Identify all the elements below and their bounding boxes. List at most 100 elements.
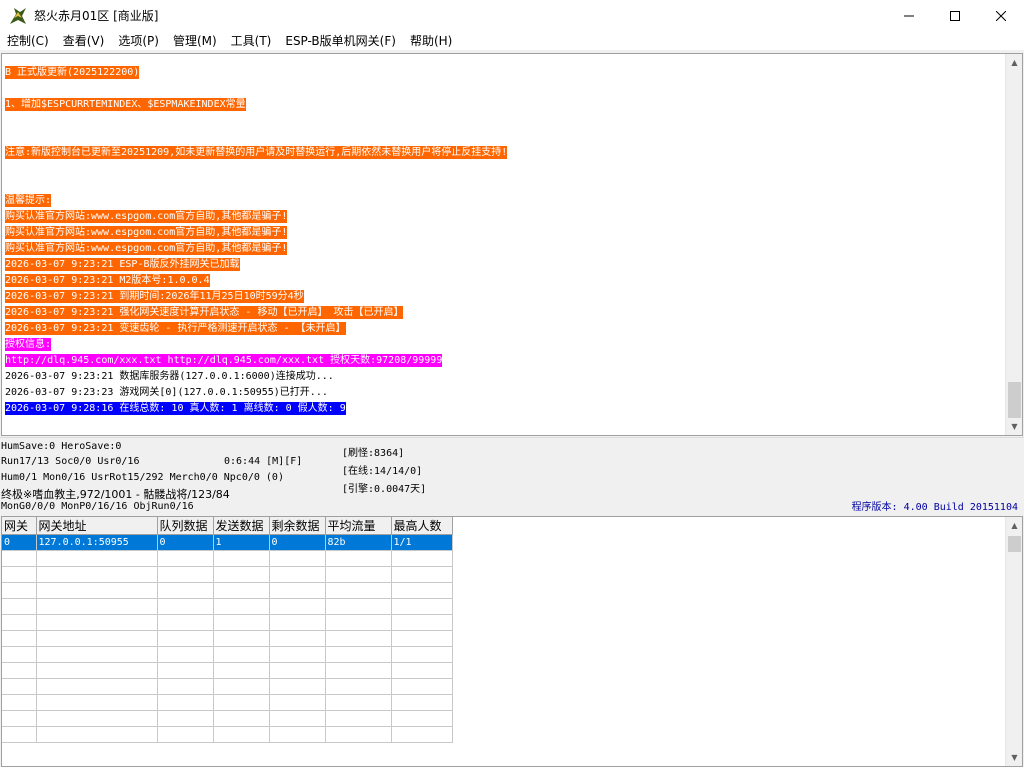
log-line: 2026-03-07 9:23:21 数据库服务器(127.0.0.1:6000… xyxy=(5,369,1005,385)
table-row[interactable] xyxy=(2,726,453,743)
table-cell xyxy=(325,678,392,695)
table-row[interactable] xyxy=(2,710,453,727)
table-cell: 1 xyxy=(213,534,270,551)
status-spawn: [刷怪:8364] xyxy=(342,448,405,459)
log-line-text: 购买认准官方网站:www.espgom.com官方自助,其他都是骗子! xyxy=(5,226,288,239)
table-cell xyxy=(157,710,214,727)
table-cell xyxy=(36,566,158,583)
table-cell xyxy=(325,646,392,663)
status-boss: 终极※嗜血教主,972/1001 - 骷髅战将/123/84 xyxy=(1,488,230,501)
table-row[interactable] xyxy=(2,678,453,695)
table-cell xyxy=(157,598,214,615)
program-version: 程序版本: 4.00 Build 20151104 xyxy=(851,502,1018,513)
status-online: [在线:14/14/0] xyxy=(342,466,423,477)
log-line: B 正式版更新(2025122200) xyxy=(5,65,1005,81)
table-cell xyxy=(2,582,37,599)
col-sent[interactable]: 发送数据 xyxy=(213,517,270,535)
table-row[interactable] xyxy=(2,566,453,583)
table-row[interactable] xyxy=(2,598,453,615)
table-row[interactable] xyxy=(2,662,453,679)
table-cell xyxy=(269,630,326,647)
table-cell xyxy=(157,630,214,647)
log-line-text: 2026-03-07 9:23:21 M2版本号:1.0.0.4 xyxy=(5,274,210,287)
log-scrollbar[interactable]: ▲ ▼ xyxy=(1005,54,1022,435)
table-cell xyxy=(213,614,270,631)
table-cell xyxy=(36,614,158,631)
scroll-up-icon[interactable]: ▲ xyxy=(1006,517,1022,534)
table-cell xyxy=(213,566,270,583)
col-address[interactable]: 网关地址 xyxy=(36,517,158,535)
table-cell xyxy=(157,726,214,743)
table-cell xyxy=(2,614,37,631)
col-gateway[interactable]: 网关 xyxy=(2,517,37,535)
table-cell xyxy=(157,678,214,695)
col-remaining[interactable]: 剩余数据 xyxy=(269,517,326,535)
table-cell xyxy=(269,550,326,567)
table-cell xyxy=(269,662,326,679)
grid-scrollbar[interactable]: ▲ ▼ xyxy=(1005,517,1022,766)
table-row[interactable] xyxy=(2,694,453,711)
menu-tools[interactable]: 工具(T) xyxy=(224,31,279,51)
table-cell xyxy=(213,630,270,647)
log-line: 1、增加$ESPCURRTEMINDEX、$ESPMAKEINDEX常量 xyxy=(5,97,1005,113)
menu-options[interactable]: 选项(P) xyxy=(111,31,166,51)
close-button[interactable] xyxy=(978,0,1024,31)
minimize-button[interactable] xyxy=(886,0,932,31)
status-hum: Hum0/1 Mon0/16 UsrRot15/292 Merch0/0 Npc… xyxy=(1,472,284,483)
table-cell xyxy=(325,598,392,615)
status-save: HumSave:0 HeroSave:0 xyxy=(1,441,122,452)
minimize-icon xyxy=(904,15,914,16)
log-line-text: 购买认准官方网站:www.espgom.com官方自助,其他都是骗子! xyxy=(5,242,288,255)
status-mon: MonG0/0/0 MonP0/16/16 ObjRun0/16 xyxy=(1,501,194,512)
table-cell xyxy=(36,694,158,711)
table-cell xyxy=(2,646,37,663)
log-line: 授权信息: xyxy=(5,337,1005,353)
table-cell xyxy=(269,598,326,615)
table-row[interactable]: 0 127.0.0.1:50955 0 1 0 82b 1/1 xyxy=(2,534,453,551)
table-cell xyxy=(391,566,453,583)
table-cell xyxy=(325,694,392,711)
log-line: http://dlq.945.com/xxx.txt http://dlq.94… xyxy=(5,353,1005,369)
menu-control[interactable]: 控制(C) xyxy=(0,31,56,51)
table-cell xyxy=(213,662,270,679)
log-scroll-thumb[interactable] xyxy=(1008,382,1021,418)
menu-help[interactable]: 帮助(H) xyxy=(403,31,459,51)
scroll-up-icon[interactable]: ▲ xyxy=(1006,54,1022,71)
log-line: 2026-03-07 9:28:16 在线总数: 10 真人数: 1 离线数: … xyxy=(5,401,1005,417)
table-cell xyxy=(36,582,158,599)
table-cell xyxy=(36,550,158,567)
table-row[interactable] xyxy=(2,646,453,663)
col-avg-traffic[interactable]: 平均流量 xyxy=(325,517,392,535)
log-line-text: B 正式版更新(2025122200) xyxy=(5,66,140,79)
menu-esp-gateway[interactable]: ESP-B版单机网关(F) xyxy=(278,31,403,51)
table-cell xyxy=(325,582,392,599)
log-line-text: 注意:新版控制台已更新至20251209,如未更新替换的用户请及时替换运行,后期… xyxy=(5,146,508,159)
table-cell xyxy=(391,662,453,679)
menu-view[interactable]: 查看(V) xyxy=(56,31,112,51)
menu-manage[interactable]: 管理(M) xyxy=(166,31,224,51)
table-cell xyxy=(36,598,158,615)
maximize-button[interactable] xyxy=(932,0,978,31)
table-row[interactable] xyxy=(2,630,453,647)
table-row[interactable] xyxy=(2,614,453,631)
scroll-down-icon[interactable]: ▼ xyxy=(1006,749,1022,766)
table-cell xyxy=(325,710,392,727)
table-cell xyxy=(213,678,270,695)
table-row[interactable] xyxy=(2,582,453,599)
table-cell xyxy=(157,566,214,583)
title-bar: 怒火赤月01区 [商业版] xyxy=(0,0,1024,31)
log-line: 购买认准官方网站:www.espgom.com官方自助,其他都是骗子! xyxy=(5,225,1005,241)
gateway-grid[interactable]: 网关 网关地址 队列数据 发送数据 剩余数据 平均流量 最高人数 0 127.0.… xyxy=(1,516,1023,767)
table-cell xyxy=(2,662,37,679)
log-line: 温馨提示: xyxy=(5,193,1005,209)
table-cell: 0 xyxy=(157,534,214,551)
grid-scroll-thumb[interactable] xyxy=(1008,536,1021,552)
table-row[interactable] xyxy=(2,550,453,567)
log-lines: B 正式版更新(2025122200) 1、增加$ESPCURRTEMINDEX、… xyxy=(5,65,1005,417)
log-panel[interactable]: B 正式版更新(2025122200) 1、增加$ESPCURRTEMINDEX、… xyxy=(1,53,1023,436)
table-cell xyxy=(36,662,158,679)
table-cell xyxy=(2,566,37,583)
col-max-users[interactable]: 最高人数 xyxy=(391,517,453,535)
scroll-down-icon[interactable]: ▼ xyxy=(1006,418,1022,435)
col-queue[interactable]: 队列数据 xyxy=(157,517,214,535)
